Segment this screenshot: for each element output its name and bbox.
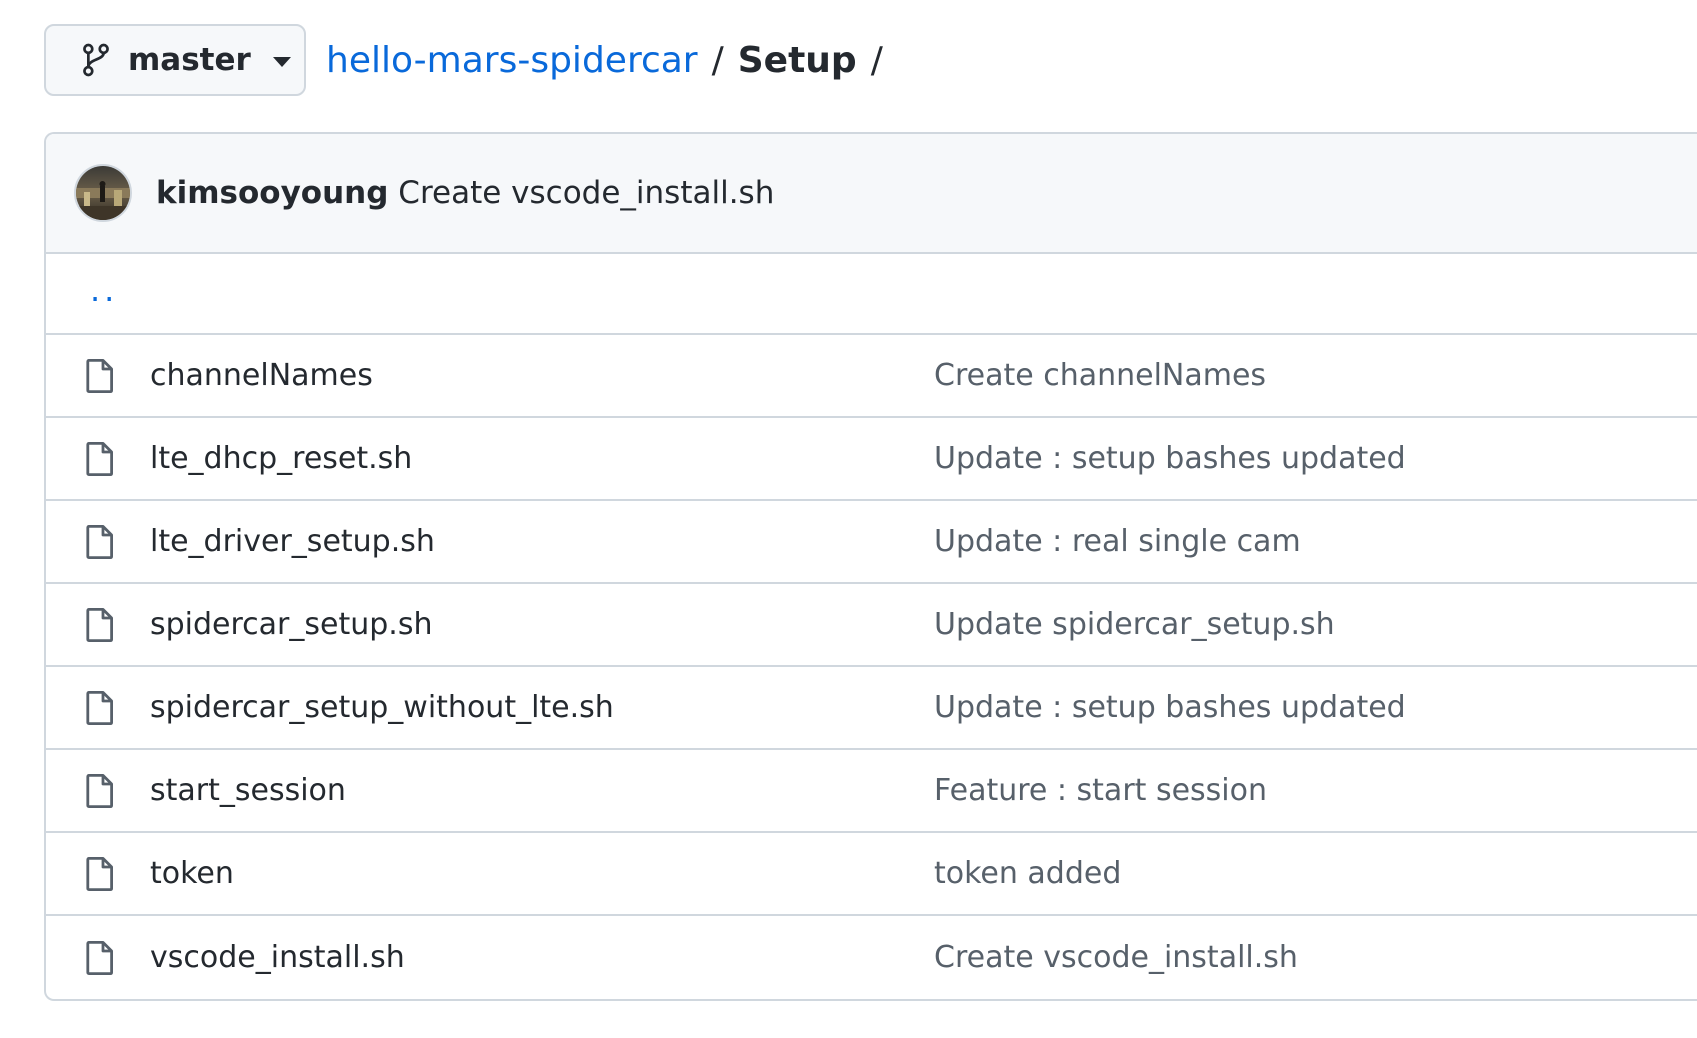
file-row[interactable]: spidercar_setup_without_lte.sh Update : … xyxy=(46,667,1697,750)
commit-author-link[interactable]: kimsooyoung xyxy=(156,175,388,211)
file-icon xyxy=(86,524,113,559)
file-name-link[interactable]: spidercar_setup_without_lte.sh xyxy=(150,690,934,725)
file-row[interactable]: token token added xyxy=(46,833,1697,916)
parent-directory-link[interactable]: .. xyxy=(46,254,1697,335)
branch-label: master xyxy=(128,42,251,78)
file-icon xyxy=(86,358,113,393)
breadcrumb-repo-link[interactable]: hello-mars-spidercar xyxy=(326,40,698,81)
git-branch-icon xyxy=(83,43,109,77)
file-commit-message-link[interactable]: Create channelNames xyxy=(934,358,1266,393)
breadcrumb-trailing-separator: / xyxy=(870,39,883,81)
breadcrumb-current-directory: Setup xyxy=(737,39,857,81)
file-name-link[interactable]: lte_dhcp_reset.sh xyxy=(150,441,934,476)
file-icon xyxy=(86,690,113,725)
file-icon xyxy=(86,940,113,975)
latest-commit-header: kimsooyoung Create vscode_install.sh xyxy=(46,134,1697,254)
file-name-link[interactable]: spidercar_setup.sh xyxy=(150,607,934,642)
file-commit-message-link[interactable]: Create vscode_install.sh xyxy=(934,940,1298,975)
file-commit-message-link[interactable]: Update : setup bashes updated xyxy=(934,441,1406,476)
file-row[interactable]: lte_driver_setup.sh Update : real single… xyxy=(46,501,1697,584)
file-name-link[interactable]: channelNames xyxy=(150,358,934,393)
file-name-link[interactable]: vscode_install.sh xyxy=(150,940,934,975)
file-row[interactable]: start_session Feature : start session xyxy=(46,750,1697,833)
file-row[interactable]: vscode_install.sh Create vscode_install.… xyxy=(46,916,1697,999)
file-list: channelNames Create channelNames lte_dhc… xyxy=(46,335,1697,999)
breadcrumb: hello-mars-spidercar / Setup / xyxy=(326,40,897,81)
file-icon xyxy=(86,773,113,808)
file-icon xyxy=(86,856,113,891)
file-name-link[interactable]: start_session xyxy=(150,773,934,808)
file-name-link[interactable]: token xyxy=(150,856,934,891)
file-commit-message-link[interactable]: Update : setup bashes updated xyxy=(934,690,1406,725)
parent-directory-label: .. xyxy=(90,270,119,309)
commit-message-link[interactable]: Create vscode_install.sh xyxy=(398,175,774,211)
file-browser: kimsooyoung Create vscode_install.sh .. … xyxy=(44,132,1697,1001)
file-commit-message-link[interactable]: Update spidercar_setup.sh xyxy=(934,607,1335,642)
file-commit-message-link[interactable]: token added xyxy=(934,856,1121,891)
repo-navigation-bar: master hello-mars-spidercar / Setup / xyxy=(44,24,897,96)
chevron-down-icon xyxy=(272,57,291,67)
file-name-link[interactable]: lte_driver_setup.sh xyxy=(150,524,934,559)
file-commit-message-link[interactable]: Feature : start session xyxy=(934,773,1267,808)
file-row[interactable]: spidercar_setup.sh Update spidercar_setu… xyxy=(46,584,1697,667)
file-row[interactable]: channelNames Create channelNames xyxy=(46,335,1697,418)
file-row[interactable]: lte_dhcp_reset.sh Update : setup bashes … xyxy=(46,418,1697,501)
file-icon xyxy=(86,441,113,476)
avatar[interactable] xyxy=(74,164,132,222)
breadcrumb-separator: / xyxy=(711,39,724,81)
latest-commit-text: kimsooyoung Create vscode_install.sh xyxy=(156,175,774,211)
file-commit-message-link[interactable]: Update : real single cam xyxy=(934,524,1301,559)
branch-select-button[interactable]: master xyxy=(44,24,306,96)
file-icon xyxy=(86,607,113,642)
